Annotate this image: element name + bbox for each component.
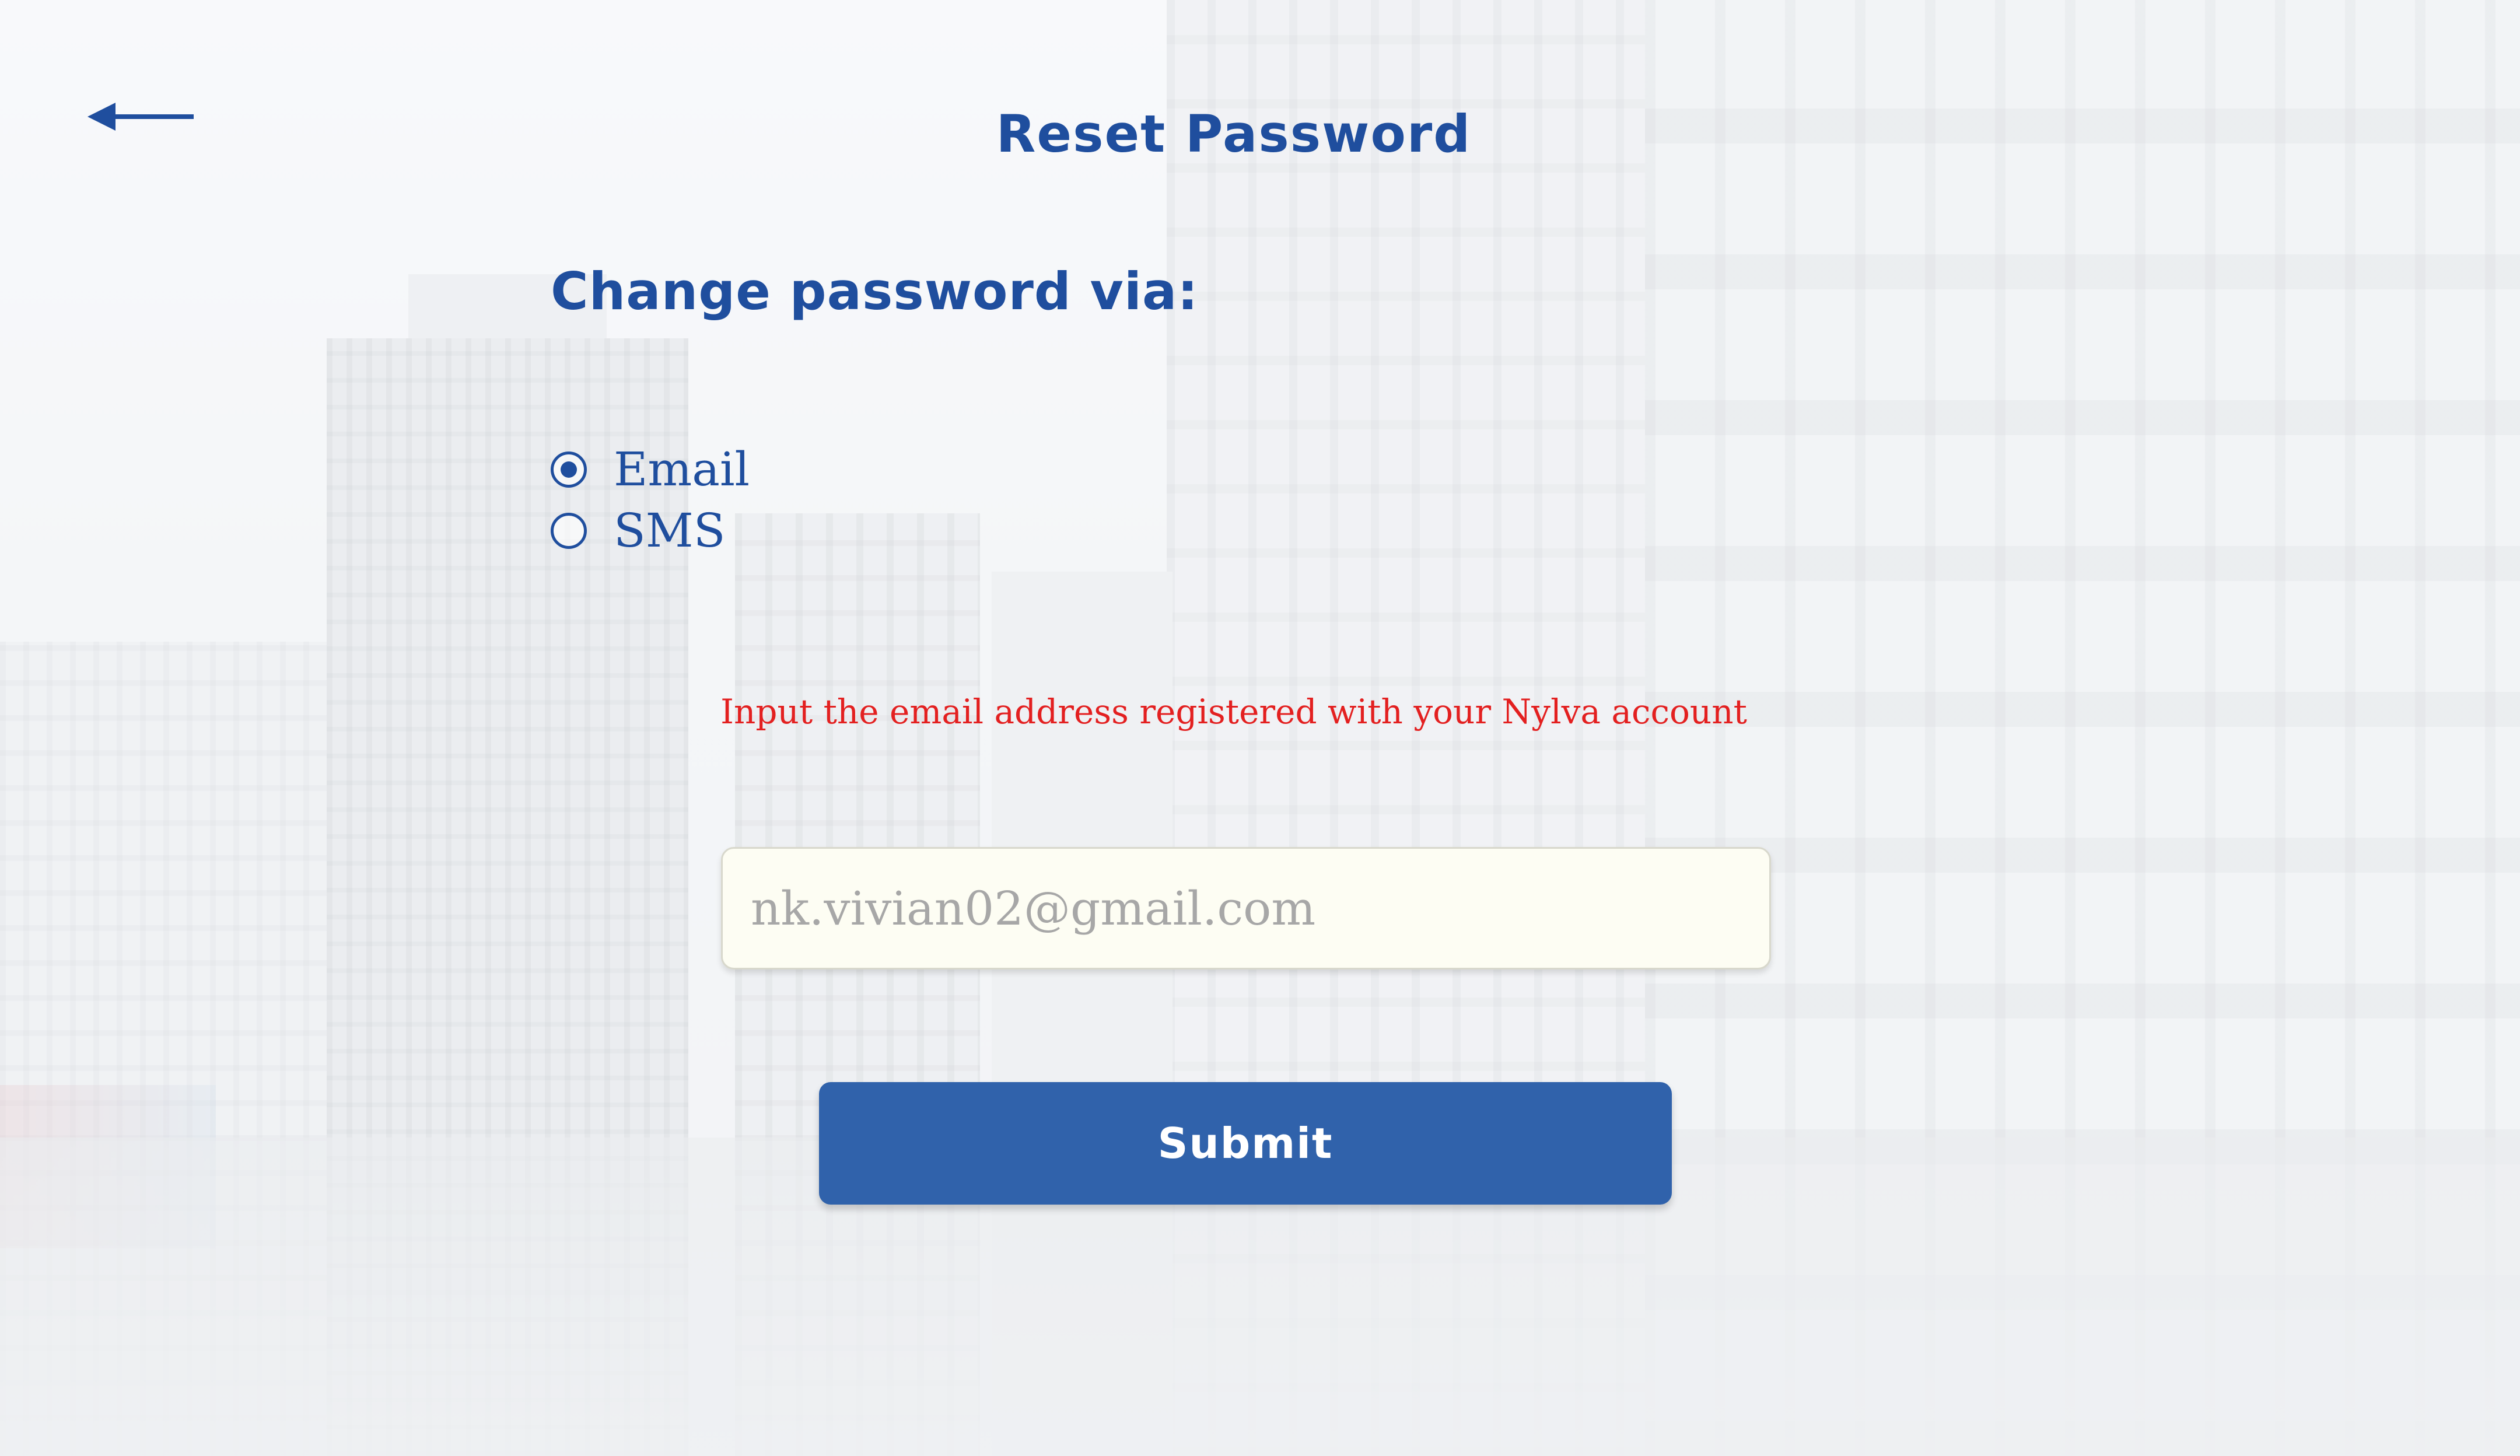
email-input[interactable] [721, 847, 1771, 970]
page-title: Reset Password [996, 104, 1472, 164]
submit-button[interactable]: Submit [819, 1082, 1672, 1205]
radio-option-email[interactable]: Email [551, 440, 750, 499]
radio-button-email[interactable] [551, 452, 587, 488]
radio-label-sms: SMS [614, 503, 726, 558]
radio-option-sms[interactable]: SMS [551, 502, 726, 560]
radio-label-email: Email [614, 442, 750, 496]
radio-button-sms[interactable] [551, 513, 587, 549]
change-method-heading: Change password via: [551, 261, 1199, 321]
email-hint-text: Input the email address registered with … [720, 692, 1747, 732]
